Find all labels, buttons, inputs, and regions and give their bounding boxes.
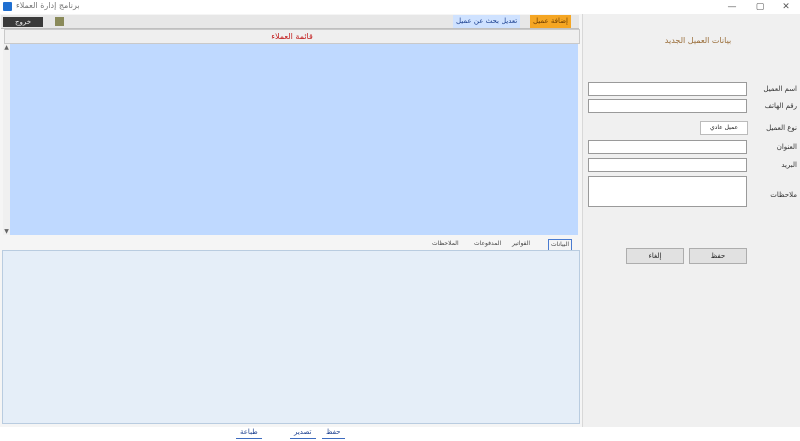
- maximize-button[interactable]: ▢: [746, 0, 774, 14]
- tab-add-customer[interactable]: إضافة عميل: [530, 15, 571, 28]
- subtab-invoices[interactable]: الفواتير: [512, 239, 530, 249]
- scroll-down-icon[interactable]: ▼: [3, 228, 10, 235]
- save-button[interactable]: حفظ: [689, 248, 747, 264]
- save-bottom-button[interactable]: حفظ: [322, 427, 345, 439]
- type-select[interactable]: عميل عادي: [700, 121, 748, 135]
- tab-search[interactable]: بحث عن عميل: [453, 15, 502, 28]
- form-heading: بيانات العميل الجديد: [664, 36, 732, 45]
- app-icon: [3, 2, 12, 11]
- export-button[interactable]: تصدير: [290, 427, 316, 439]
- scroll-up-icon[interactable]: ▲: [3, 44, 10, 51]
- notes-textarea[interactable]: [588, 176, 747, 207]
- customer-list[interactable]: [10, 44, 578, 235]
- toolbar-tabstrip: خروج إضافة عميل تعديل بحث عن عميل: [1, 15, 579, 29]
- phone-label: رقم الهاتف: [764, 102, 797, 110]
- email-label: البريد: [781, 161, 797, 169]
- address-input[interactable]: [588, 140, 747, 154]
- phone-input[interactable]: [588, 99, 747, 113]
- exit-button[interactable]: خروج: [3, 17, 43, 27]
- main-panel: خروج إضافة عميل تعديل بحث عن عميل قائمة …: [0, 14, 582, 439]
- name-input[interactable]: [588, 82, 747, 96]
- title-bar: برنامج إدارة العملاء — ▢ ✕: [0, 0, 800, 14]
- cancel-button[interactable]: إلغاء: [626, 248, 684, 264]
- minimize-button[interactable]: —: [718, 0, 746, 14]
- close-button[interactable]: ✕: [772, 0, 800, 14]
- print-button[interactable]: طباعة: [236, 427, 262, 439]
- subtab-notes[interactable]: الملاحظات: [432, 239, 459, 249]
- window-title: برنامج إدارة العملاء: [16, 1, 80, 10]
- detail-subtabs: البيانات الفواتير المدفوعات الملاحظات: [0, 239, 580, 251]
- type-label: نوع العميل: [766, 124, 797, 132]
- email-input[interactable]: [588, 158, 747, 172]
- subtab-payments[interactable]: المدفوعات: [474, 239, 501, 249]
- name-label: اسم العميل: [763, 85, 797, 93]
- tool-icon[interactable]: [55, 17, 64, 26]
- customer-form: بيانات العميل الجديد اسم العميل رقم الها…: [582, 14, 800, 427]
- notes-label: ملاحظات: [770, 191, 797, 199]
- detail-panel[interactable]: [2, 250, 580, 424]
- address-label: العنوان: [776, 143, 797, 151]
- list-header: قائمة العملاء: [4, 29, 580, 44]
